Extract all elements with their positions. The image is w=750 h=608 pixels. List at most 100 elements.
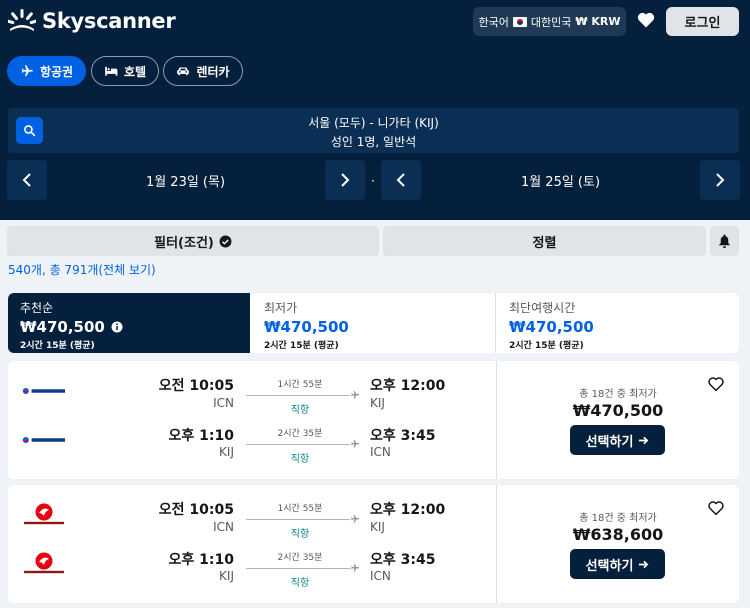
bed-icon	[105, 66, 118, 76]
stops-label: 직항	[290, 578, 310, 589]
header: Skyscanner 한국어 대한민국 ₩ KRW 로그인 항공권 호텔 렌터카…	[0, 0, 750, 220]
plane-icon	[351, 439, 360, 448]
plane-icon	[351, 514, 360, 523]
jal-wordmark	[24, 521, 64, 525]
tab-car-rental[interactable]: 렌터카	[163, 56, 243, 86]
korean-air-logo-icon	[22, 387, 66, 395]
return-next-button[interactable]	[700, 160, 740, 200]
depart-date[interactable]: 1월 23일 (목)	[47, 160, 324, 200]
departure-airport: ICN	[213, 396, 234, 410]
chevron-left-icon	[22, 173, 31, 187]
language-label: 한국어	[478, 15, 509, 29]
search-summary[interactable]: 서울 (모두) - 니가타 (KIJ) 성인 1명, 일반석	[8, 108, 739, 153]
deal-count: 총 18건 중 최저가	[579, 389, 657, 400]
arrival-airport: ICN	[370, 569, 391, 583]
tab-divider	[495, 293, 496, 353]
departure-time: 오후 1:10	[168, 552, 234, 568]
departure-airport: KIJ	[219, 445, 234, 459]
card-divider	[496, 361, 497, 479]
flight-duration: 1시간 55분	[277, 380, 323, 390]
sort-button[interactable]: 정렬	[383, 226, 706, 256]
tab-flights-label: 항공권	[39, 64, 74, 79]
stops-label: 직항	[290, 529, 310, 540]
deal-count: 총 18건 중 최저가	[579, 513, 657, 524]
sort-tabs: 추천순 ₩470,500 2시간 15분 (평균) 최저가 ₩470,500 2…	[8, 293, 739, 353]
tab-hotels-label: 호텔	[123, 64, 147, 79]
sort-tab-duration: 2시간 15분 (평균)	[20, 341, 95, 351]
passenger-text: 성인 1명, 일반석	[330, 135, 417, 149]
departure-time: 오전 10:05	[158, 502, 234, 518]
select-button[interactable]: 선택하기	[570, 549, 665, 579]
sort-tab-price: ₩470,500	[509, 318, 594, 336]
sort-tab-label: 추천순	[20, 301, 54, 315]
return-date[interactable]: 1월 25일 (토)	[422, 160, 699, 200]
departure-time: 오후 1:10	[168, 428, 234, 444]
arrival-time: 오후 12:00	[370, 378, 446, 394]
select-button[interactable]: 선택하기	[570, 425, 665, 455]
jal-crane-icon	[35, 503, 53, 521]
country-label: 대한민국	[530, 15, 572, 29]
chevron-right-icon	[341, 173, 350, 187]
sort-tab-price-row: ₩470,500	[20, 318, 238, 336]
korean-air-logo-icon	[22, 436, 66, 444]
departure-time: 오전 10:05	[158, 378, 234, 394]
plane-icon	[351, 563, 360, 572]
sort-tab-label: 최저가	[264, 301, 298, 315]
skyscanner-logo[interactable]: Skyscanner	[8, 8, 176, 34]
filter-label: 필터(조건)	[154, 235, 214, 251]
flight-line	[246, 395, 350, 396]
sort-tab-duration: 2시간 15분 (평균)	[264, 341, 339, 351]
sort-tab-price: ₩470,500	[264, 318, 349, 336]
arrival-time: 오후 12:00	[370, 502, 446, 518]
price-alert-button[interactable]	[710, 226, 739, 256]
brand-name: Skyscanner	[42, 9, 176, 33]
depart-prev-button[interactable]	[7, 160, 47, 200]
sort-tab-recommended[interactable]: 추천순 ₩470,500 2시간 15분 (평균)	[8, 293, 250, 353]
flight-duration: 2시간 35분	[277, 429, 323, 439]
sort-tab-fastest[interactable]: 최단여행시간 ₩470,500 2시간 15분 (평균)	[497, 293, 739, 353]
select-label: 선택하기	[585, 434, 634, 450]
jal-logo	[22, 501, 66, 527]
login-button[interactable]: 로그인	[666, 7, 739, 36]
info-icon[interactable]	[111, 321, 123, 333]
flight-card[interactable]: 오전 10:05 ICN 1시간 55분 직항 오후 12:00 KIJ 오후 …	[8, 361, 739, 479]
arrival-airport: KIJ	[370, 520, 385, 534]
tab-hotels[interactable]: 호텔	[91, 56, 159, 86]
korean-air-logo	[22, 432, 66, 448]
filter-button[interactable]: 필터(조건)	[7, 226, 379, 256]
flight-line	[246, 568, 350, 569]
sort-tab-label: 최단여행시간	[509, 301, 576, 315]
korea-flag-icon	[512, 16, 527, 27]
heart-icon[interactable]	[636, 10, 656, 30]
arrival-airport: ICN	[370, 445, 391, 459]
bell-icon	[719, 234, 730, 248]
flight-line	[246, 519, 350, 520]
select-label: 선택하기	[585, 558, 634, 574]
jal-wordmark	[24, 570, 64, 574]
sort-tab-price: ₩470,500	[20, 318, 105, 336]
flight-card[interactable]: 오전 10:05 ICN 1시간 55분 직항 오후 12:00 KIJ 오후 …	[8, 485, 739, 603]
flight-duration: 2시간 35분	[277, 553, 323, 563]
tab-flights[interactable]: 항공권	[7, 56, 86, 86]
chevron-left-icon	[396, 173, 405, 187]
arrival-time: 오후 3:45	[370, 552, 436, 568]
check-circle-icon	[219, 235, 232, 247]
locale-selector[interactable]: 한국어 대한민국 ₩ KRW	[473, 7, 626, 36]
card-divider	[496, 485, 497, 603]
return-prev-button[interactable]	[381, 160, 421, 200]
flight-duration: 1시간 55분	[277, 504, 323, 514]
sort-label: 정렬	[532, 235, 557, 251]
jal-logo	[22, 550, 66, 576]
results-count-link[interactable]: 540개, 총 791개(전체 보기)	[8, 261, 156, 278]
sunburst-icon	[8, 9, 36, 31]
tab-car-rental-label: 렌터카	[196, 64, 230, 79]
sort-tab-cheapest[interactable]: 최저가 ₩470,500 2시간 15분 (평균)	[252, 293, 495, 353]
jal-crane-icon	[35, 552, 53, 570]
price: ₩470,500	[572, 401, 664, 420]
depart-next-button[interactable]	[325, 160, 365, 200]
arrow-right-icon	[639, 560, 649, 568]
korean-air-logo	[22, 383, 66, 399]
arrow-right-icon	[639, 436, 649, 444]
price: ₩638,600	[572, 525, 664, 544]
departure-airport: KIJ	[219, 569, 234, 583]
